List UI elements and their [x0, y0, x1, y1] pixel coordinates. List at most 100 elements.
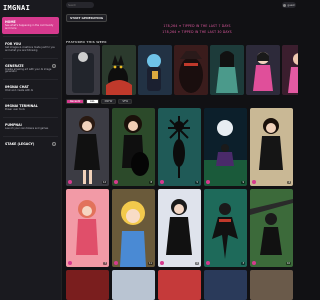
image-card[interactable]: 3: [204, 189, 247, 267]
divider: [3, 117, 58, 118]
creator-badge: [68, 261, 72, 265]
creator-badge: [68, 180, 72, 184]
featured-carousel: [66, 45, 298, 95]
creator-badge: [206, 261, 210, 265]
chevron-down-icon: ▾: [78, 100, 81, 103]
sidebar-item-label: Stake (Legacy): [5, 141, 35, 146]
sidebar-item-stake[interactable]: Stake (Legacy) ›: [2, 139, 59, 149]
user-label: guest: [287, 3, 295, 7]
like-count: 5: [195, 181, 199, 184]
featured-image: [66, 45, 100, 95]
sidebar-item-terminal[interactable]: Imgnai Terminal Power user tools: [2, 101, 59, 115]
like-count: 8: [149, 181, 153, 184]
sort-value: Recent: [70, 100, 79, 103]
sidebar-item-home[interactable]: Home See what's happening in the communi…: [2, 17, 59, 34]
image-grid: 12 8 5 9 4 7 11 6 3 10: [66, 108, 296, 300]
sidebar-item-desc: Create amazing art with your AI image ge…: [5, 67, 52, 74]
featured-card[interactable]: [174, 45, 208, 95]
divider: [3, 98, 58, 100]
creator-badge: [160, 180, 164, 184]
sort-select[interactable]: Recent ▾: [66, 99, 84, 104]
image-card[interactable]: [250, 270, 293, 300]
featured-image: [210, 45, 244, 95]
like-count: 9: [241, 181, 245, 184]
card-image: [112, 108, 155, 186]
card-image: [250, 189, 293, 267]
sidebar-item-generate[interactable]: Generate Create amazing art with your AI…: [2, 61, 59, 78]
image-card[interactable]: [112, 270, 155, 300]
card-image: [204, 108, 247, 186]
start-generating-button[interactable]: START GENERATING: [66, 14, 108, 22]
divider: [3, 35, 58, 37]
card-image: [158, 189, 201, 267]
featured-image: [282, 45, 298, 95]
info-icon: i: [52, 63, 56, 68]
card-image: [250, 108, 293, 186]
like-count: 10: [285, 262, 291, 265]
like-count: 6: [195, 262, 199, 265]
featured-image: [138, 45, 172, 95]
like-count: 11: [147, 262, 153, 265]
image-card[interactable]: 8: [112, 108, 155, 186]
creator-badge: [252, 261, 256, 265]
like-count: 12: [101, 181, 107, 184]
creator-badge: [114, 180, 118, 184]
tip-ticker-7d: 178,264 ✦ TIPPED IN THE LAST 7 DAYS: [163, 24, 231, 28]
user-menu[interactable]: guest: [282, 2, 296, 8]
image-card[interactable]: 10: [250, 189, 293, 267]
sidebar: IMGNAI Home See what's happening in the …: [0, 0, 62, 300]
image-card[interactable]: [158, 270, 201, 300]
avatar: [283, 3, 287, 7]
tip-ticker-30d: 178,264 ✦ TIPPED IN THE LAST 30 DAYS: [162, 30, 232, 34]
creator-badge: [206, 180, 210, 184]
image-card[interactable]: 6: [158, 189, 201, 267]
logo[interactable]: IMGNAI: [0, 0, 61, 16]
featured-card[interactable]: [66, 45, 100, 95]
sidebar-item-for-you[interactable]: For You Get images & creations made just…: [2, 39, 59, 56]
card-image: [158, 108, 201, 186]
creator-badge: [252, 180, 256, 184]
card-image: [112, 189, 155, 267]
card-image: [204, 189, 247, 267]
chevron-down-icon: ›: [52, 141, 56, 146]
card-image: [66, 189, 109, 267]
image-card[interactable]: [204, 270, 247, 300]
featured-card[interactable]: [210, 45, 244, 95]
image-card[interactable]: 9: [204, 108, 247, 186]
featured-label: FEATURED THIS WEEK: [66, 40, 107, 44]
divider: [3, 57, 58, 59]
filter-all[interactable]: ALL: [86, 99, 99, 104]
sidebar-item-desc: Launch your own tokens and games: [5, 127, 49, 130]
divider: [3, 135, 58, 137]
search-input[interactable]: [66, 2, 94, 8]
featured-image: [102, 45, 136, 95]
featured-card[interactable]: [282, 45, 298, 95]
filter-nsfw[interactable]: NSFW: [100, 99, 117, 104]
topbar: guest: [62, 0, 300, 11]
image-card[interactable]: 4: [250, 108, 293, 186]
like-count: 4: [287, 181, 291, 184]
sidebar-item-desc: Chat and create with AI: [5, 89, 34, 93]
card-image: [66, 108, 109, 186]
image-card[interactable]: 5: [158, 108, 201, 186]
like-count: 3: [241, 262, 245, 265]
sidebar-item-chat[interactable]: Imgnai Chat Chat and create with AI: [2, 82, 59, 96]
creator-badge: [160, 261, 164, 265]
featured-card[interactable]: [102, 45, 136, 95]
filter-sfw[interactable]: SFW: [118, 99, 133, 104]
filter-bar: Recent ▾ ALL NSFW SFW: [66, 98, 296, 105]
sidebar-item-desc: Get images & creations made just for you…: [5, 45, 55, 52]
like-count: 7: [103, 262, 107, 265]
sidebar-item-pumpnai[interactable]: Pumpnai Launch your own tokens and games: [2, 120, 59, 134]
featured-card[interactable]: [246, 45, 280, 95]
featured-image: [174, 45, 208, 95]
sidebar-item-label: Generate: [5, 63, 24, 68]
image-card[interactable]: 7: [66, 189, 109, 267]
sidebar-item-desc: Power user tools: [5, 108, 25, 112]
featured-image: [246, 45, 280, 95]
sidebar-item-desc: See what's happening in the community an…: [5, 24, 54, 30]
image-card[interactable]: 11: [112, 189, 155, 267]
image-card[interactable]: 12: [66, 108, 109, 186]
image-card[interactable]: [66, 270, 109, 300]
featured-card[interactable]: [138, 45, 172, 95]
